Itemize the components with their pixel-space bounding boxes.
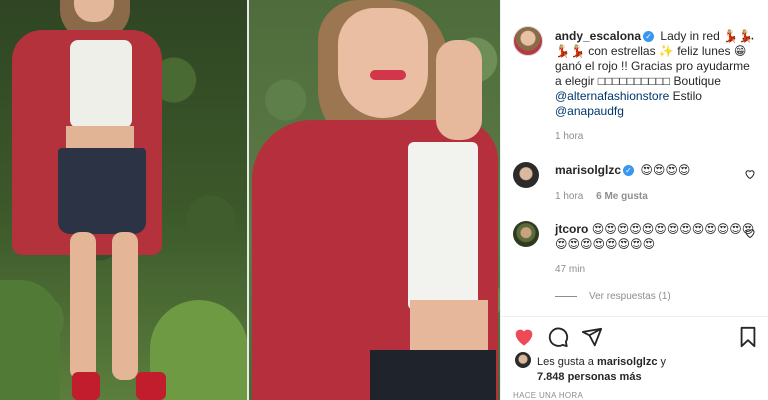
author-avatar[interactable]: [513, 26, 543, 56]
likes-summary: Les gusta a marisolglzc y: [537, 355, 666, 369]
comment-heart-icon[interactable]: [744, 227, 756, 239]
caption-boxes: □□□□□□□□□□: [597, 74, 671, 88]
star-skirt-shape: [58, 148, 146, 234]
comment-heart-icon[interactable]: [744, 168, 756, 180]
comment-time[interactable]: 1 hora: [555, 191, 583, 202]
comment-likes[interactable]: 6 Me gusta: [596, 191, 648, 202]
likes-prefix: Les gusta a: [537, 356, 594, 368]
post-timestamp[interactable]: HACE UNA HORA: [513, 391, 583, 400]
commenter-avatar[interactable]: [513, 221, 539, 247]
caption-boutique: Boutique: [673, 74, 721, 88]
pants-shape: [370, 350, 496, 400]
bookmark-icon[interactable]: [737, 326, 759, 348]
post-caption: andy_escalona ✓ Lady in red 💃🏼💃🏼💃🏼💃🏼 con …: [555, 29, 759, 119]
commenter-username[interactable]: jtcoro: [555, 222, 588, 236]
post-sidebar: ⋯ andy_escalona ✓ Lady in red 💃🏼💃🏼💃🏼💃🏼 co…: [500, 0, 768, 400]
comment: marisolglzc ✓ 😍😍😍😍: [555, 163, 755, 178]
red-boot-shape: [136, 372, 166, 400]
mention-link[interactable]: @alternafashionstore: [555, 89, 669, 103]
likes-count-text[interactable]: 7.848 personas más: [537, 371, 642, 383]
caption-time[interactable]: 1 hora: [555, 131, 583, 142]
red-boot-shape: [72, 372, 100, 400]
comment-text: 😍😍😍😍: [640, 163, 691, 177]
leg-shape: [70, 232, 96, 380]
photo-divider: [247, 0, 249, 400]
author-username[interactable]: andy_escalona: [555, 29, 641, 43]
verified-badge-icon: ✓: [623, 165, 635, 177]
lips-shape: [370, 70, 406, 80]
share-icon[interactable]: [581, 326, 603, 348]
replies-line: [555, 296, 577, 297]
post-actions: Les gusta a marisolglzc y 7.848 personas…: [501, 316, 768, 400]
likes-suffix: y: [660, 356, 667, 368]
comment-meta: 1 hora 6 Me gusta: [555, 191, 648, 202]
caption-estilo: Estilo: [672, 89, 702, 103]
commenter-username[interactable]: marisolglzc: [555, 163, 621, 177]
white-top-shape: [408, 142, 478, 310]
hand-shape: [436, 40, 482, 140]
liker-username[interactable]: marisolglzc: [597, 356, 658, 368]
comment-icon[interactable]: [547, 326, 569, 348]
liker-avatar[interactable]: [515, 352, 531, 368]
leg-shape: [112, 232, 138, 380]
post-media[interactable]: [0, 0, 500, 400]
likes-count[interactable]: 7.848 personas más: [537, 371, 642, 383]
bush-shape: [0, 280, 60, 400]
comment-time[interactable]: 47 min: [555, 264, 585, 275]
heart-icon[interactable]: [513, 326, 535, 348]
comment: jtcoro 😍😍😍😍😍😍😍😍😍😍😍😍😍😍😍😍😍😍😍😍😍: [555, 222, 755, 252]
face-shape: [338, 8, 428, 118]
white-top-shape: [70, 40, 132, 128]
view-replies-label: Ver respuestas (1): [589, 291, 671, 302]
view-replies-button[interactable]: Ver respuestas (1): [555, 291, 671, 302]
commenter-avatar[interactable]: [513, 162, 539, 188]
mention-link[interactable]: @anapaudfg: [555, 104, 624, 118]
verified-badge-icon: ✓: [643, 31, 655, 43]
